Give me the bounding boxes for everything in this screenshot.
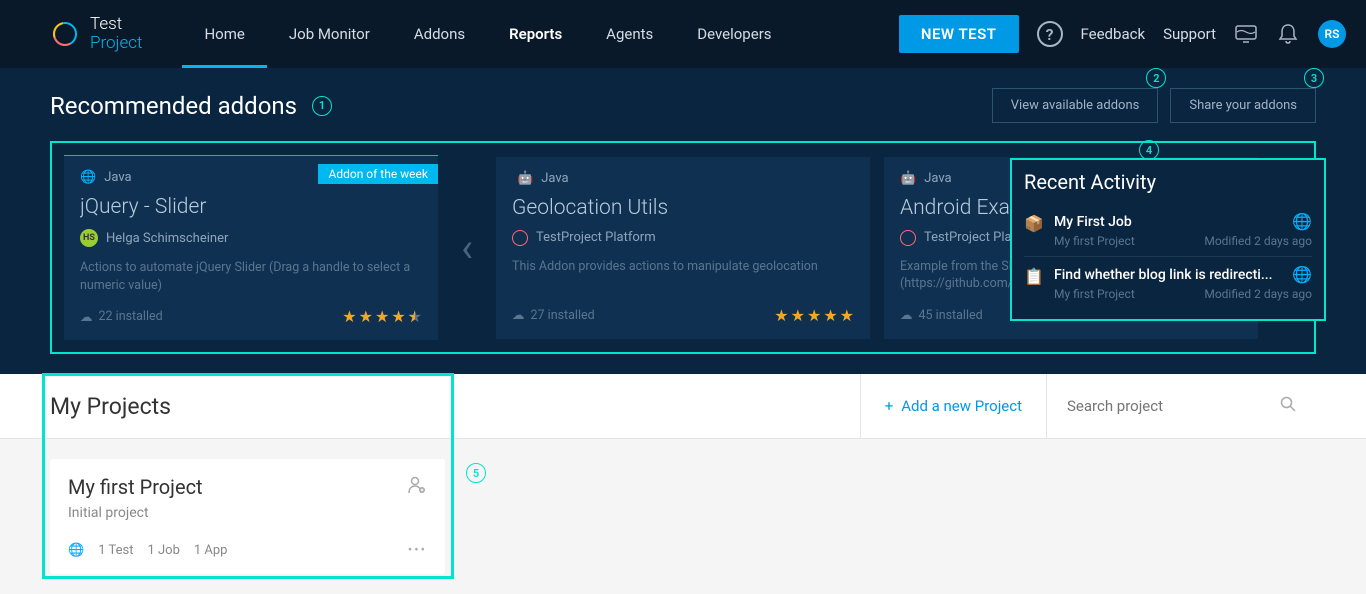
user-avatar[interactable]: RS [1318, 20, 1346, 48]
search-icon[interactable] [1280, 396, 1296, 416]
job-icon: 📦 [1024, 212, 1044, 248]
android-icon: 🤖 [900, 171, 916, 186]
card-title: jQuery - Slider [80, 195, 422, 219]
recent-activity-panel: 4 Recent Activity 📦 My First Job 🌐 My fi… [1010, 158, 1326, 321]
share-addons-button[interactable]: Share your addons [1170, 88, 1316, 123]
projects-grid: 5 My first Project Initial project 🌐 1 T… [0, 439, 1366, 594]
tp-logo-icon [900, 230, 916, 246]
tp-logo-icon [512, 230, 528, 246]
card-author: TestProject Platform [536, 230, 656, 245]
activity-title: My First Job [1054, 214, 1132, 230]
download-icon: ☁ [80, 309, 93, 325]
activity-item[interactable]: 📦 My First Job 🌐 My first Project Modifi… [1024, 204, 1312, 257]
installed-count: 22 installed [99, 309, 163, 324]
recent-activity-title: Recent Activity [1024, 170, 1312, 194]
download-icon: ☁ [512, 307, 525, 323]
card-lang: Java [924, 171, 951, 186]
top-header: Test Project Home Job Monitor Addons Rep… [0, 0, 1366, 68]
annotation-5: 5 [466, 463, 486, 483]
star-rating: ★★★★★ [342, 307, 422, 326]
project-apps: 1 App [194, 543, 228, 558]
project-subtitle: Initial project [68, 505, 427, 521]
installed-count: 27 installed [531, 308, 595, 323]
globe-icon: 🌐 [68, 543, 84, 558]
globe-icon: 🌐 [80, 170, 96, 185]
feedback-link[interactable]: Feedback [1081, 25, 1146, 43]
project-more-icon[interactable]: ••• [408, 543, 427, 558]
nav-reports[interactable]: Reports [487, 0, 584, 68]
annotation-2: 2 [1146, 68, 1166, 88]
activity-project: My first Project [1054, 287, 1135, 301]
my-projects-title: My Projects [50, 393, 171, 420]
logo-text: Test Project [90, 15, 142, 52]
add-member-icon[interactable] [407, 475, 427, 499]
activity-item[interactable]: 📋 Find whether blog link is redirecti...… [1024, 257, 1312, 309]
card-lang: Java [541, 171, 568, 186]
annotation-3: 3 [1304, 68, 1324, 88]
author-avatar: HS [80, 229, 98, 247]
project-card[interactable]: My first Project Initial project 🌐 1 Tes… [50, 459, 445, 574]
logo[interactable]: Test Project [50, 15, 142, 52]
carousel-prev[interactable]: ‹ [452, 224, 482, 271]
nav-job-monitor[interactable]: Job Monitor [267, 0, 392, 68]
nav-addons[interactable]: Addons [392, 0, 487, 68]
activity-project: My first Project [1054, 234, 1135, 248]
view-addons-button[interactable]: View available addons [992, 88, 1159, 123]
header-right: NEW TEST ? Feedback Support RS [899, 15, 1346, 53]
screen-icon[interactable] [1234, 22, 1258, 46]
logo-icon [50, 19, 80, 49]
activity-title: Find whether blog link is redirecti... [1054, 267, 1273, 283]
card-description: Actions to automate jQuery Slider (Drag … [80, 259, 422, 295]
star-rating: ★★★★★ [774, 306, 854, 325]
installed-count: 45 installed [919, 308, 983, 323]
recommended-title: Recommended addons [50, 92, 297, 120]
addon-card[interactable]: Addon of the week 🌐 Java jQuery - Slider… [64, 155, 438, 340]
recommended-section: Recommended addons 1 2 View available ad… [0, 68, 1366, 374]
plus-icon: + [885, 397, 894, 415]
projects-bar: My Projects + Add a new Project [0, 374, 1366, 439]
nav-agents[interactable]: Agents [584, 0, 675, 68]
annotation-4: 4 [1139, 140, 1159, 160]
search-project-input[interactable] [1067, 397, 1268, 415]
card-author: Helga Schimscheiner [106, 231, 228, 246]
project-tests: 1 Test [98, 543, 133, 558]
support-link[interactable]: Support [1163, 25, 1216, 43]
card-lang: Java [104, 170, 131, 185]
search-project-box [1046, 374, 1316, 438]
add-project-label: Add a new Project [901, 397, 1022, 415]
card-title: Geolocation Utils [512, 196, 854, 220]
globe-icon: 🌐 [1292, 212, 1312, 231]
new-test-button[interactable]: NEW TEST [899, 15, 1019, 53]
activity-time: Modified 2 days ago [1204, 287, 1312, 301]
globe-icon: 🌐 [1292, 265, 1312, 284]
badge-addon-of-week: Addon of the week [318, 164, 438, 184]
nav-developers[interactable]: Developers [675, 0, 793, 68]
project-title: My first Project [68, 475, 203, 499]
nav-home[interactable]: Home [182, 0, 266, 68]
main-nav: Home Job Monitor Addons Reports Agents D… [182, 0, 793, 68]
download-icon: ☁ [900, 307, 913, 323]
card-description: This Addon provides actions to manipulat… [512, 258, 854, 294]
addon-card[interactable]: 🤖 Java Geolocation Utils TestProject Pla… [496, 157, 870, 339]
clipboard-icon: 📋 [1024, 265, 1044, 301]
add-project-button[interactable]: + Add a new Project [860, 374, 1046, 438]
bell-icon[interactable] [1276, 22, 1300, 46]
help-icon[interactable]: ? [1037, 21, 1063, 47]
project-jobs: 1 Job [147, 543, 179, 558]
android-icon: 🤖 [517, 171, 533, 186]
activity-time: Modified 2 days ago [1204, 234, 1312, 248]
annotation-1: 1 [312, 96, 332, 116]
